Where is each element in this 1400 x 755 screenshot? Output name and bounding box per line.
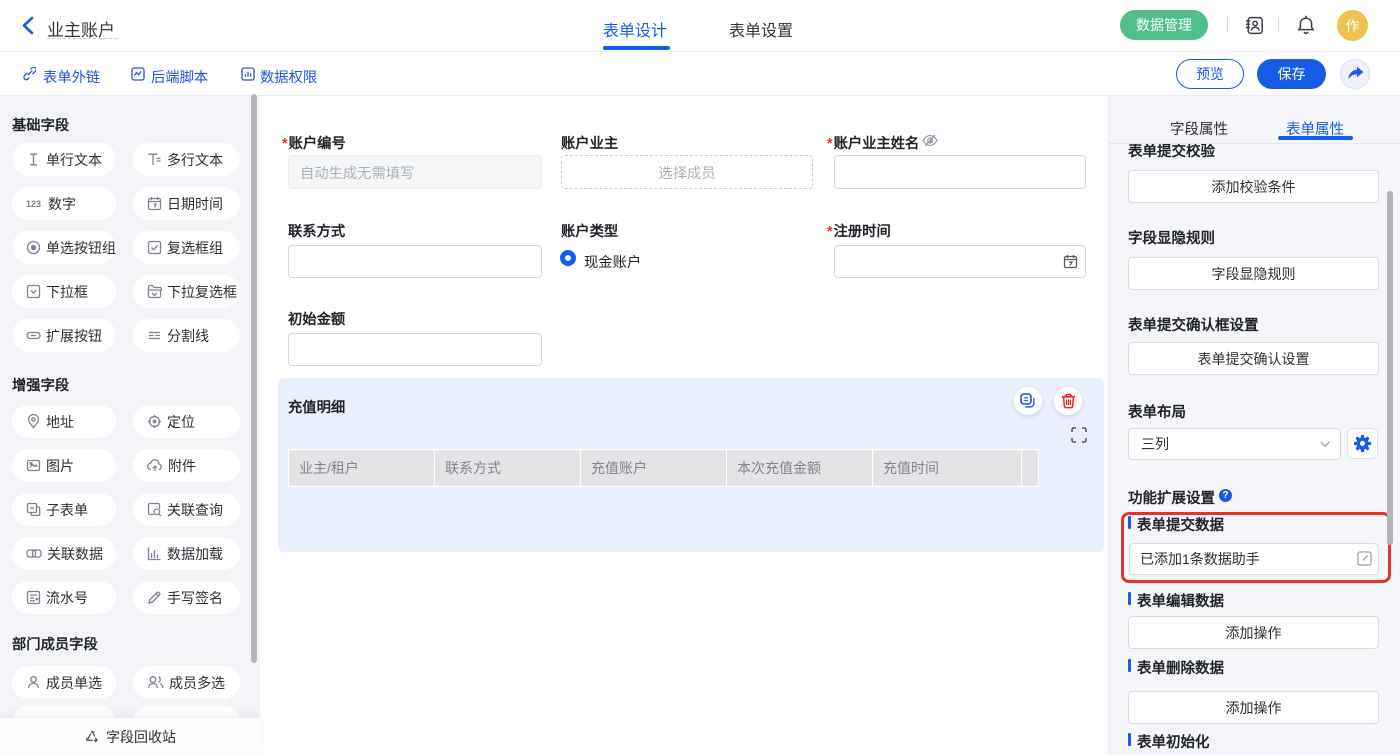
- svg-text:123: 123: [26, 199, 41, 209]
